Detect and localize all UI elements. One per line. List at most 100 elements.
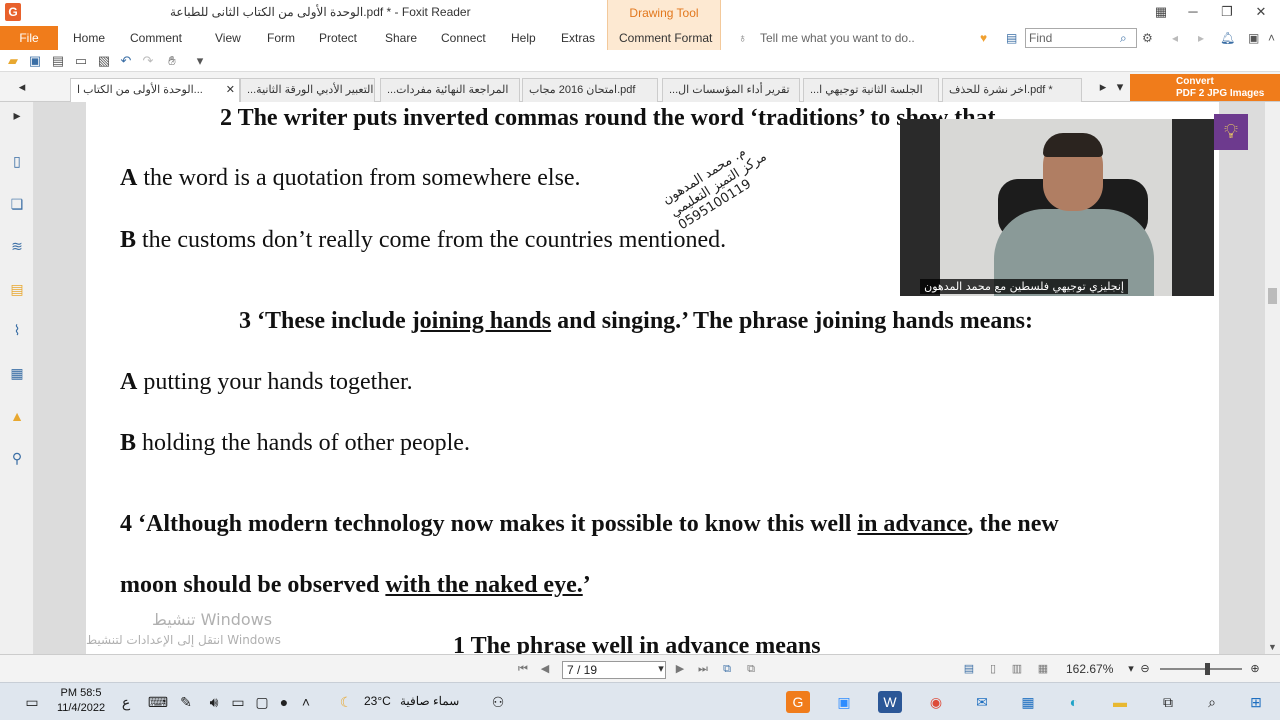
tab-document[interactable]: امتحان 2016 مجاب.pdf — [522, 78, 658, 102]
weather-moon-icon[interactable]: ☾ — [334, 691, 358, 713]
zoom-dropdown-icon[interactable]: ▾ — [1124, 662, 1138, 676]
expand-panel-icon[interactable]: ▸ — [8, 106, 26, 124]
tab-document[interactable]: ...المراجعة النهائية مفردات — [380, 78, 520, 102]
page-thumbnails-icon[interactable]: ▯ — [8, 152, 26, 170]
tabs-list-icon[interactable]: ▾ — [1112, 79, 1128, 95]
page-number-input[interactable]: 7 / 19 — [562, 661, 666, 679]
next-view-icon[interactable]: ⧉ — [744, 662, 758, 676]
last-page-icon[interactable]: ⏭ — [696, 662, 710, 676]
menu-comment[interactable]: Comment — [130, 31, 182, 45]
hand-tool-icon[interactable]: ✋︎ — [164, 53, 180, 69]
zoom-level[interactable]: 162.67% — [1066, 662, 1113, 676]
tell-me-search[interactable]: Tell me what you want to do.. — [760, 31, 915, 45]
accessibility-icon[interactable]: ⚲ — [8, 449, 26, 467]
zoom-slider-thumb[interactable] — [1205, 663, 1210, 675]
chrome-icon[interactable]: ◉ — [924, 691, 948, 713]
save-icon[interactable]: ▣ — [27, 53, 43, 69]
customize-toolbar-icon[interactable]: ▾ — [192, 53, 208, 69]
mail-icon[interactable]: ✉ — [970, 691, 994, 713]
close-tab-icon[interactable]: ✕ — [226, 79, 235, 101]
scan-icon[interactable]: ▭ — [73, 53, 89, 69]
bell-icon[interactable]: 🔔︎ — [1220, 31, 1235, 45]
continuous-facing-view-icon[interactable]: ▦ — [1036, 662, 1050, 676]
user-icon[interactable]: ▣ — [1248, 31, 1259, 45]
microphone-icon[interactable]: ● — [272, 691, 296, 713]
store-icon[interactable]: ▦ — [1016, 691, 1040, 713]
menu-help[interactable]: Help — [511, 31, 536, 45]
menu-form[interactable]: Form — [267, 31, 295, 45]
show-hidden-icons-icon[interactable]: ˄ — [294, 691, 318, 713]
weather-temperature[interactable]: 23°C — [364, 694, 391, 708]
taskbar-clock[interactable]: PM 58:5 11/4/2022 — [54, 686, 108, 716]
weather-description[interactable]: سماء صافية — [400, 694, 459, 708]
menu-protect[interactable]: Protect — [319, 31, 357, 45]
continuous-view-icon[interactable]: ▯ — [986, 662, 1000, 676]
collapse-ribbon-icon[interactable]: ˄ — [1268, 31, 1275, 45]
zoom-out-icon[interactable]: ⊖ — [1138, 662, 1152, 676]
heart-icon[interactable]: ♥ — [980, 31, 987, 45]
convert-pdf-jpg-button[interactable]: Convert PDF 2 JPG Images — [1130, 74, 1280, 101]
search-icon[interactable]: ⌕ — [1120, 31, 1127, 46]
grid-icon[interactable]: ▦ — [1150, 3, 1172, 21]
lightbulb-tip-icon[interactable]: 💡︎ — [1214, 114, 1248, 150]
scroll-down-icon[interactable]: ▼ — [1268, 642, 1277, 652]
pen-icon[interactable]: ✎ — [174, 691, 198, 713]
menu-home[interactable]: Home — [73, 31, 105, 45]
people-icon[interactable]: ⚇ — [486, 691, 510, 713]
print-icon[interactable]: ▤ — [50, 53, 66, 69]
foxit-logo-icon[interactable]: G — [5, 3, 21, 21]
drawing-tool-context-tab[interactable]: Drawing Tool — [607, 0, 721, 26]
tabs-scroll-right-icon[interactable]: ▸ — [1095, 79, 1111, 95]
tabs-scroll-left-icon[interactable]: ◂ — [14, 79, 30, 95]
menu-extras[interactable]: Extras — [561, 31, 595, 45]
redo-icon[interactable]: ↷ — [140, 53, 156, 69]
first-page-icon[interactable]: ⏮ — [516, 662, 530, 676]
previous-view-icon[interactable]: ⧉ — [720, 662, 734, 676]
menu-connect[interactable]: Connect — [441, 31, 486, 45]
tab-document[interactable]: ...الجلسة الثانية توجيهي ا — [803, 78, 939, 102]
paste-icon[interactable]: ▧ — [96, 53, 112, 69]
zoom-app-icon[interactable]: ▣ — [832, 691, 856, 713]
zoom-in-icon[interactable]: ⊕ — [1248, 662, 1262, 676]
facing-view-icon[interactable]: ▥ — [1010, 662, 1024, 676]
forward-icon[interactable]: ▸ — [1198, 31, 1204, 45]
open-icon[interactable]: ▰ — [5, 53, 21, 69]
comments-icon[interactable]: ▤ — [8, 280, 26, 298]
network-icon[interactable]: ▢ — [250, 691, 274, 713]
tab-document[interactable]: ...التعبير الأدبي الورقة الثانية — [240, 78, 375, 102]
settings-icon[interactable]: ⚙ — [1142, 31, 1153, 45]
signature-icon[interactable]: ▦ — [8, 364, 26, 382]
search-taskbar-icon[interactable]: ⌕ — [1200, 691, 1224, 713]
volume-icon[interactable]: 🔊︎ — [202, 691, 226, 713]
menu-view[interactable]: View — [215, 31, 241, 45]
file-menu[interactable]: File — [0, 26, 58, 50]
word-icon[interactable]: W — [878, 691, 902, 713]
back-icon[interactable]: ◂ — [1172, 31, 1178, 45]
previous-page-icon[interactable]: ◀ — [538, 662, 552, 676]
find-options-icon[interactable]: ▤ — [1006, 31, 1017, 45]
menu-comment-format[interactable]: Comment Format — [619, 31, 712, 45]
page-dropdown-icon[interactable]: ▾ — [654, 662, 668, 676]
foxit-taskbar-icon[interactable]: G — [786, 691, 810, 713]
input-language[interactable]: ع — [114, 691, 138, 713]
tab-document[interactable]: ...تقرير أداء المؤسسات ال — [662, 78, 800, 102]
battery-icon[interactable]: ▭ — [226, 691, 250, 713]
single-page-view-icon[interactable]: ▤ — [962, 662, 976, 676]
menu-share[interactable]: Share — [385, 31, 417, 45]
notifications-icon[interactable]: ▭ — [20, 691, 44, 713]
security-lock-icon[interactable]: ▲ — [8, 407, 26, 425]
minimize-button[interactable]: ─ — [1182, 3, 1204, 21]
next-page-icon[interactable]: ▶ — [673, 662, 687, 676]
layers-icon[interactable]: ≋ — [8, 237, 26, 255]
tab-document[interactable]: اخر نشرة للحذف.pdf * — [942, 78, 1082, 102]
file-explorer-icon[interactable]: ▬ — [1108, 691, 1132, 713]
edge-icon[interactable]: ◐ — [1062, 691, 1086, 713]
task-view-icon[interactable]: ⧉ — [1156, 691, 1180, 713]
undo-icon[interactable]: ↶ — [118, 53, 134, 69]
vertical-scrollbar[interactable]: ▼ — [1265, 102, 1280, 654]
scrollbar-thumb[interactable] — [1268, 288, 1277, 304]
keyboard-icon[interactable]: ⌨ — [146, 691, 170, 713]
zoom-slider[interactable] — [1160, 668, 1242, 670]
tab-document-active[interactable]: الوحدة الأولى من الكتاب ا... ✕ — [70, 78, 240, 102]
start-icon[interactable]: ⊞ — [1244, 691, 1268, 713]
